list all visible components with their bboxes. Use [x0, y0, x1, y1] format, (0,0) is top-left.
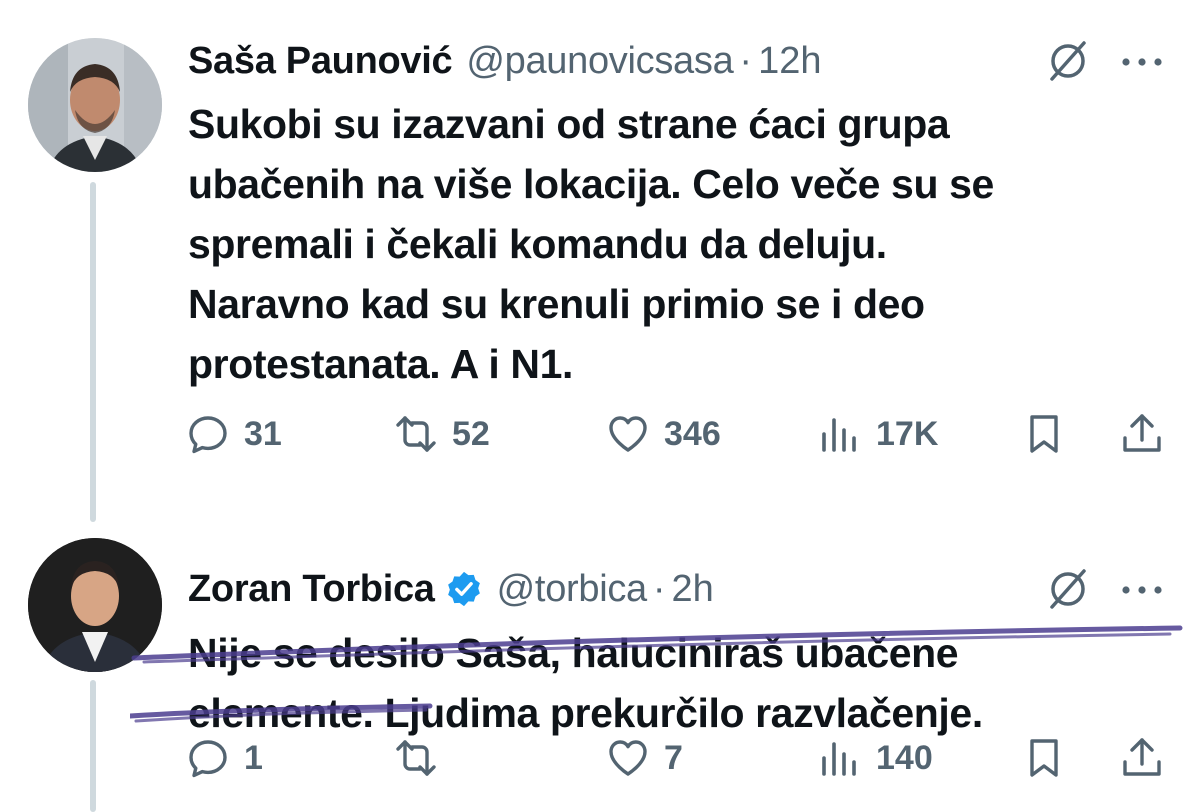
views-count: 140 [876, 738, 933, 777]
bookmark-button[interactable] [1022, 728, 1066, 788]
reply-count: 31 [244, 414, 282, 453]
share-button[interactable] [1120, 728, 1164, 788]
more-icon[interactable] [1118, 42, 1166, 82]
like-icon [609, 416, 647, 452]
reply-button[interactable]: 31 [186, 404, 282, 464]
views-count: 17K [876, 414, 939, 453]
reply-icon [189, 416, 227, 454]
bookmark-icon [1030, 415, 1058, 453]
views-button[interactable]: 140 [818, 728, 933, 788]
handle[interactable]: @torbica [497, 568, 648, 611]
display-name[interactable]: Zoran Torbica [188, 568, 435, 611]
tweet-text: Nije se desilo Saša, haluciniraš ubačene… [188, 630, 983, 736]
repost-icon [396, 416, 436, 452]
more-icon[interactable] [1118, 570, 1166, 610]
thread-line [90, 680, 96, 812]
repost-button[interactable]: 52 [394, 404, 490, 464]
repost-button[interactable] [394, 728, 452, 788]
repost-icon [396, 740, 436, 776]
separator-dot: · [739, 39, 753, 82]
bookmark-button[interactable] [1022, 404, 1066, 464]
action-bar: 1 7 140 [186, 728, 1170, 788]
bookmark-icon [1030, 739, 1058, 777]
share-button[interactable] [1120, 404, 1164, 464]
timestamp[interactable]: 12h [758, 40, 821, 83]
share-icon [1123, 738, 1161, 776]
views-icon [822, 418, 856, 452]
tweet[interactable]: Saša Paunović @paunovicsasa · 12h Sukobi… [0, 0, 1200, 522]
like-button[interactable]: 7 [606, 728, 683, 788]
separator-dot: · [652, 567, 666, 610]
like-icon [609, 740, 647, 776]
timestamp[interactable]: 2h [672, 568, 714, 611]
display-name[interactable]: Saša Paunović [188, 40, 453, 83]
grok-icon[interactable] [1046, 39, 1090, 83]
handle[interactable]: @paunovicsasa [466, 40, 733, 83]
action-bar: 31 52 346 17K [186, 404, 1170, 464]
views-button[interactable]: 17K [818, 404, 938, 464]
reply-icon [189, 740, 227, 778]
reply-count: 1 [244, 738, 263, 777]
avatar[interactable] [28, 538, 162, 672]
tweet-text: Sukobi su izazvani od strane ćaci grupa … [188, 101, 994, 387]
share-icon [1123, 414, 1161, 452]
grok-icon[interactable] [1046, 567, 1090, 611]
reply-button[interactable]: 1 [186, 728, 263, 788]
like-button[interactable]: 346 [606, 404, 721, 464]
repost-count: 52 [452, 414, 490, 453]
avatar[interactable] [28, 38, 162, 172]
verified-badge-icon [447, 571, 480, 607]
views-icon [822, 742, 856, 776]
like-count: 346 [664, 414, 721, 453]
like-count: 7 [664, 738, 683, 777]
thread-line [90, 182, 96, 522]
